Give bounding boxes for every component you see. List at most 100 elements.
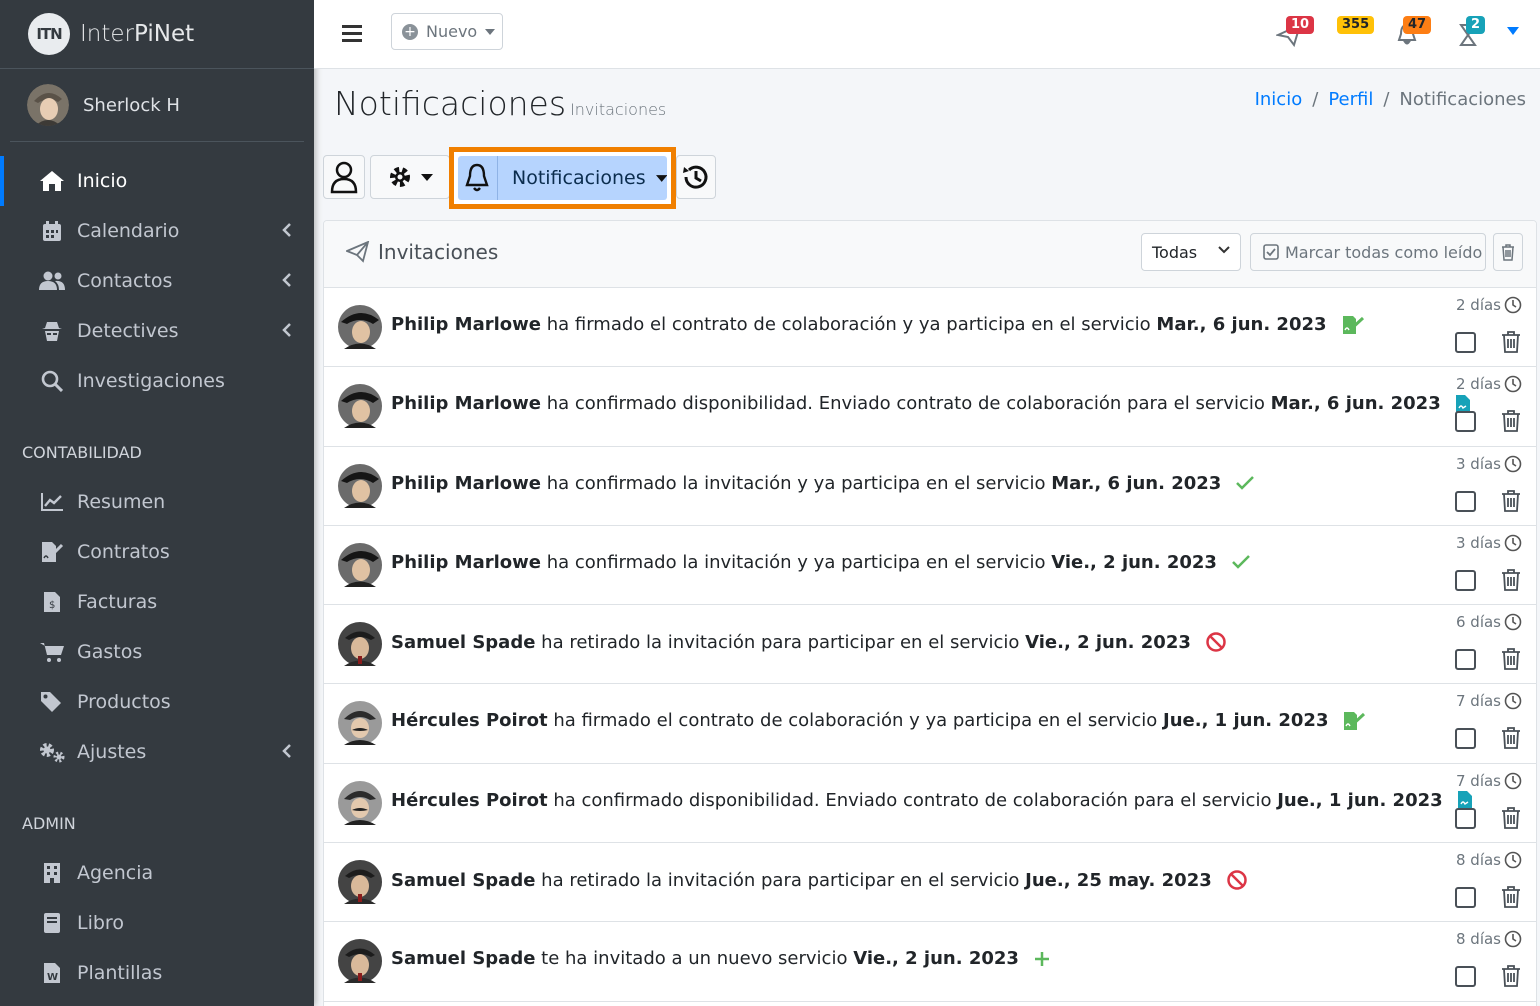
bell-button[interactable] [458,156,498,200]
notification-author[interactable]: Philip Marlowe [391,393,541,414]
notification-date[interactable]: Vie., 2 jun. 2023 [853,948,1019,969]
notification-message: Philip Marlowe ha confirmado disponibili… [391,393,1471,414]
trash-icon[interactable] [1501,568,1521,596]
notification-row[interactable]: Philip Marlowe ha confirmado la invitaci… [324,526,1536,606]
mark-read-checkbox[interactable] [1455,649,1476,671]
notification-author[interactable]: Samuel Spade [391,948,535,969]
notification-row[interactable]: Hércules Poirot ha firmado el contrato d… [324,684,1536,764]
notification-date[interactable]: Jue., 25 may. 2023 [1025,870,1212,891]
sidebar-item-label: Detectives [77,320,179,342]
notifications-dropdown-button[interactable]: Notificaciones [458,156,667,200]
mark-read-checkbox[interactable] [1455,807,1476,829]
sidebar-item-facturas[interactable]: $ Facturas [0,577,314,627]
sidebar-item-ajustes[interactable]: Ajustes [0,727,314,777]
nav-header-contabilidad: CONTABILIDAD [22,442,142,462]
settings-dropdown-button[interactable] [370,155,450,199]
sidebar-item-plantillas[interactable]: W Plantillas [0,948,314,998]
notifications-label: Notificaciones [511,167,646,189]
sidebar-item-calendario[interactable]: Calendario [0,206,314,256]
sidebar-item-detectives[interactable]: Detectives [0,306,314,356]
sidebar-item-libro[interactable]: Libro [0,898,314,948]
messages-dropdown[interactable]: 10 [1274,16,1315,48]
notification-date[interactable]: Vie., 2 jun. 2023 [1051,552,1217,573]
notification-author[interactable]: Hércules Poirot [391,790,548,811]
brand-link[interactable]: ITN InterPiNet [0,0,314,69]
sidebar-item-label: Productos [77,691,171,713]
mark-read-checkbox[interactable] [1455,332,1476,353]
detective-icon [38,320,66,342]
mark-read-checkbox[interactable] [1455,887,1476,909]
sidebar-item-label: Contactos [77,270,173,292]
notification-date[interactable]: Mar., 6 jun. 2023 [1156,314,1326,335]
sidebar-item-resumen[interactable]: Resumen [0,477,314,527]
trash-icon[interactable] [1501,330,1521,358]
mail-badge: 355 [1337,16,1375,34]
mark-read-checkbox[interactable] [1455,569,1476,591]
notification-row[interactable]: Philip Marlowe ha confirmado la invitaci… [324,447,1536,526]
sidebar-item-contratos[interactable]: Contratos [0,527,314,577]
notification-time: 3 días [1456,455,1522,473]
notification-row[interactable]: Samuel Spade te ha invitado a un nuevo s… [324,922,1536,1002]
notification-author[interactable]: Hércules Poirot [391,710,548,731]
mark-read-checkbox[interactable] [1455,490,1476,512]
sidebar-item-agencia[interactable]: Agencia [0,848,314,898]
user-panel[interactable]: Sherlock H [10,69,304,142]
hamburger-menu-icon[interactable] [342,24,362,42]
trash-icon[interactable] [1501,489,1521,517]
trash-icon[interactable] [1501,726,1521,754]
notification-date[interactable]: Mar., 6 jun. 2023 [1271,393,1441,414]
notification-author[interactable]: Samuel Spade [391,632,535,653]
sidebar-item-contactos[interactable]: Contactos [0,256,314,306]
delete-all-button[interactable] [1493,233,1523,271]
notification-author[interactable]: Samuel Spade [391,870,535,891]
notification-row[interactable]: Samuel Spade ha retirado la invitación p… [324,605,1536,685]
trash-icon[interactable] [1501,885,1521,913]
mark-all-read-button[interactable]: Marcar todas como leído [1250,233,1486,271]
bell-badge: 47 [1403,16,1432,34]
trash-icon[interactable] [1501,964,1521,992]
filter-select[interactable]: Todas [1141,233,1241,271]
mark-read-checkbox[interactable] [1455,411,1476,433]
sidebar-item-gastos[interactable]: Gastos [0,627,314,677]
mark-read-checkbox[interactable] [1455,728,1476,750]
clock-icon [1504,455,1522,472]
notification-row[interactable]: Philip Marlowe ha confirmado disponibili… [324,367,1536,447]
notification-date[interactable]: Jue., 1 jun. 2023 [1163,710,1328,731]
chevron-left-icon [282,742,292,764]
trash-icon[interactable] [1501,806,1521,834]
notification-row[interactable]: Philip Marlowe ha firmado el contrato de… [324,288,1536,368]
bell-dropdown[interactable]: 47 [1394,16,1432,48]
cart-icon [38,641,66,663]
word-file-icon: W [38,962,66,984]
trash-icon[interactable] [1501,409,1521,437]
sidebar-item-productos[interactable]: Productos [0,677,314,727]
sidebar-nav: Inicio Calendario Contactos Detectives Inves… [0,156,314,998]
notification-row[interactable]: Samuel Spade ha retirado la invitación p… [324,843,1536,923]
chevron-left-icon [282,321,292,343]
avatar [338,780,382,829]
mark-read-checkbox[interactable] [1455,966,1476,988]
mail-dropdown[interactable]: 355 [1334,16,1375,48]
notification-author[interactable]: Philip Marlowe [391,552,541,573]
plus-icon [1033,950,1051,968]
sidebar-item-investigaciones[interactable]: Investigaciones [0,356,314,406]
search-icon [38,370,66,392]
notification-row[interactable]: Hércules Poirot ha confirmado disponibil… [324,764,1536,844]
tasks-dropdown[interactable]: 2 [1454,16,1490,48]
sidebar-item-inicio[interactable]: Inicio [0,156,314,206]
notification-date[interactable]: Jue., 1 jun. 2023 [1277,790,1442,811]
notification-date[interactable]: Mar., 6 jun. 2023 [1051,473,1221,494]
notification-message: Samuel Spade ha retirado la invitación p… [391,869,1248,891]
clock-icon [1504,693,1522,710]
breadcrumb-perfil[interactable]: Perfil [1328,89,1373,110]
user-menu-caret-icon[interactable] [1507,27,1519,35]
breadcrumb-inicio[interactable]: Inicio [1255,89,1303,110]
new-button[interactable]: + Nuevo [391,13,503,50]
profile-button[interactable] [323,155,365,199]
trash-icon[interactable] [1501,647,1521,675]
notification-author[interactable]: Philip Marlowe [391,314,541,335]
notification-author[interactable]: Philip Marlowe [391,473,541,494]
page-subtitle: Invitaciones [570,100,667,119]
history-button[interactable] [676,155,716,199]
notification-date[interactable]: Vie., 2 jun. 2023 [1025,632,1191,653]
